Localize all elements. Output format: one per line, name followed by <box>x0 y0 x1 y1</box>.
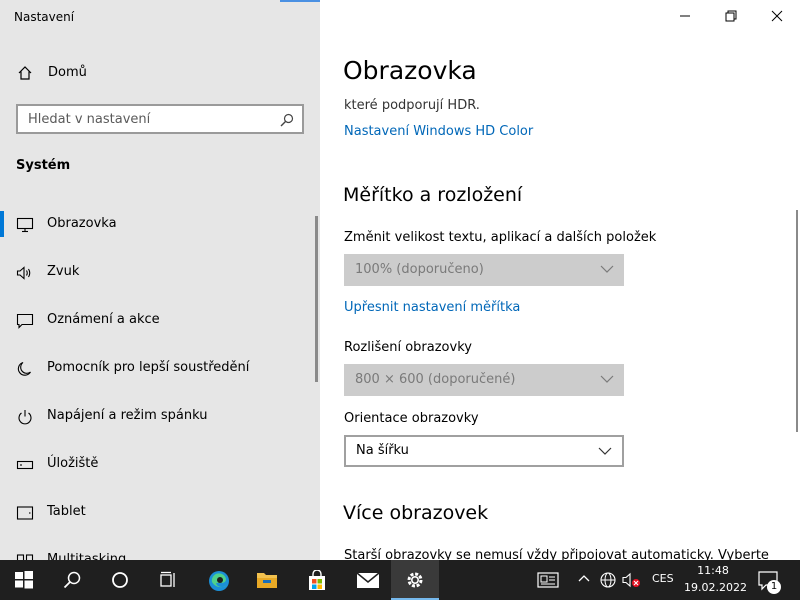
sidebar-item-label: Tablet <box>47 504 86 519</box>
edge-icon <box>209 571 229 591</box>
sidebar-item-multitasking[interactable]: Multitasking <box>0 541 320 560</box>
monitor-icon <box>16 217 34 233</box>
sidebar-item-storage[interactable]: Úložiště <box>0 445 320 485</box>
input-language[interactable]: CES <box>652 572 674 585</box>
network-globe-icon[interactable] <box>600 572 616 588</box>
sidebar: Nastavení Domů Hledat v nastavení Systém <box>0 0 320 560</box>
main-content: Obrazovka které podporují HDR. Nastavení… <box>320 0 800 560</box>
speaker-icon <box>16 266 31 280</box>
chevron-down-icon <box>600 375 614 383</box>
scale-dropdown[interactable]: 100% (doporučeno) <box>344 254 624 286</box>
orientation-dropdown[interactable]: Na šířku <box>344 435 624 467</box>
sidebar-item-label: Zvuk <box>47 264 80 279</box>
tablet-icon <box>16 506 34 520</box>
clock-time[interactable]: 11:48 <box>688 564 738 577</box>
gear-icon <box>407 572 423 588</box>
search-icon <box>63 571 81 589</box>
minimize-icon <box>680 15 690 17</box>
multitasking-icon <box>16 554 34 560</box>
mail-icon <box>356 572 380 588</box>
news-icon[interactable] <box>537 572 559 588</box>
cortana-icon <box>112 572 128 588</box>
hd-color-settings-link[interactable]: Nastavení Windows HD Color <box>344 124 533 139</box>
app-title: Nastavení <box>14 10 75 24</box>
mail-button[interactable] <box>342 560 390 600</box>
chevron-down-icon <box>600 265 614 273</box>
maximize-button[interactable] <box>708 0 754 32</box>
volume-muted-icon[interactable] <box>622 572 642 588</box>
search-placeholder: Hledat v nastavení <box>28 112 151 127</box>
sidebar-scrollbar[interactable] <box>315 216 318 382</box>
multiple-displays-heading: Více obrazovek <box>343 502 489 524</box>
home-label: Domů <box>48 65 87 80</box>
section-heading: Systém <box>16 158 71 173</box>
resolution-dropdown[interactable]: 800 × 600 (doporučené) <box>344 364 624 396</box>
settings-taskbar-button[interactable] <box>391 560 439 600</box>
sidebar-item-label: Pomocník pro lepší soustředění <box>47 360 250 375</box>
restore-icon <box>725 10 737 22</box>
hdr-description: které podporují HDR. <box>344 98 480 113</box>
edge-button[interactable] <box>194 560 242 600</box>
home-button[interactable]: Domů <box>0 57 320 89</box>
cortana-button[interactable] <box>96 560 144 600</box>
message-icon <box>16 313 34 329</box>
sidebar-item-display[interactable]: Obrazovka <box>0 205 320 245</box>
active-indicator <box>0 211 4 237</box>
notification-count-badge: 1 <box>767 580 781 594</box>
moon-icon <box>17 361 31 376</box>
sidebar-item-label: Obrazovka <box>47 216 117 231</box>
folder-icon <box>257 573 277 588</box>
sidebar-item-label: Napájení a režim spánku <box>47 408 208 423</box>
minimize-button[interactable] <box>662 0 708 32</box>
multiple-displays-text: Starší obrazovky se nemusí vždy připojov… <box>344 548 769 560</box>
task-view-icon <box>160 571 175 587</box>
store-icon <box>309 570 325 590</box>
advanced-scaling-link[interactable]: Upřesnit nastavení měřítka <box>344 300 520 315</box>
settings-window: Nastavení Domů Hledat v nastavení Systém <box>0 0 800 560</box>
page-title: Obrazovka <box>343 56 477 85</box>
chevron-down-icon <box>598 447 612 455</box>
sidebar-item-power[interactable]: Napájení a režim spánku <box>0 397 320 437</box>
scale-label: Změnit velikost textu, aplikací a dalšíc… <box>344 230 657 245</box>
close-icon <box>771 10 783 22</box>
scale-layout-heading: Měřítko a rozložení <box>343 184 523 206</box>
sidebar-item-label: Oznámení a akce <box>47 312 160 327</box>
resolution-value: 800 × 600 (doporučené) <box>355 372 516 387</box>
orientation-label: Orientace obrazovky <box>344 411 479 426</box>
scale-value: 100% (doporučeno) <box>355 262 484 277</box>
sidebar-item-tablet[interactable]: Tablet <box>0 493 320 533</box>
clock-date[interactable]: 19.02.2022 <box>684 581 747 594</box>
home-icon <box>18 66 32 80</box>
taskbar: CES 11:48 19.02.2022 1 <box>0 560 800 600</box>
sidebar-item-label: Úložiště <box>47 456 99 471</box>
orientation-value: Na šířku <box>356 443 409 458</box>
resolution-label: Rozlišení obrazovky <box>344 340 472 355</box>
storage-icon <box>16 460 34 470</box>
sidebar-item-notifications[interactable]: Oznámení a akce <box>0 301 320 341</box>
close-button[interactable] <box>754 0 800 32</box>
search-input[interactable]: Hledat v nastavení <box>16 104 304 134</box>
sidebar-item-focus-assist[interactable]: Pomocník pro lepší soustředění <box>0 349 320 389</box>
search-button[interactable] <box>48 560 96 600</box>
file-explorer-button[interactable] <box>242 560 290 600</box>
search-icon <box>280 113 294 127</box>
chevron-up-icon[interactable] <box>578 574 590 582</box>
task-view-button[interactable] <box>144 560 192 600</box>
power-icon <box>18 410 32 425</box>
main-scrollbar[interactable] <box>796 210 798 432</box>
store-button[interactable] <box>292 560 340 600</box>
start-button[interactable] <box>0 560 48 600</box>
sidebar-item-label: Multitasking <box>47 552 127 560</box>
sidebar-item-sound[interactable]: Zvuk <box>0 253 320 293</box>
windows-logo-icon <box>15 571 33 589</box>
